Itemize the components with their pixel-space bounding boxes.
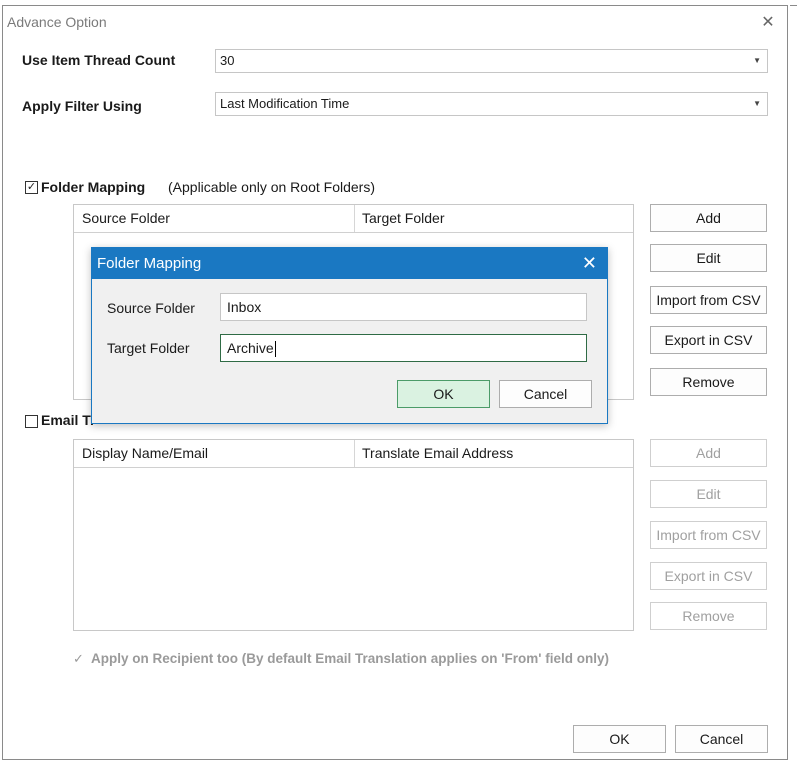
column-translate-email[interactable]: Translate Email Address: [354, 440, 634, 467]
email-edit-button[interactable]: Edit: [650, 480, 767, 508]
folder-add-button[interactable]: Add: [650, 204, 767, 232]
apply-filter-label: Apply Filter Using: [22, 98, 142, 114]
list-header: Source Folder Target Folder: [74, 205, 633, 233]
email-export-csv-button[interactable]: Export in CSV: [650, 562, 767, 590]
list-header: Display Name/Email Translate Email Addre…: [74, 440, 633, 468]
thread-count-label: Use Item Thread Count: [22, 52, 176, 68]
chevron-down-icon: ▼: [753, 56, 761, 65]
dialog-title-bar: Folder Mapping ✕: [92, 248, 607, 279]
folder-mapping-label: Folder Mapping: [41, 179, 146, 195]
folder-edit-button[interactable]: Edit: [650, 244, 767, 272]
target-folder-value: Archive: [227, 340, 274, 356]
dialog-ok-button[interactable]: OK: [397, 380, 490, 408]
folder-import-csv-button[interactable]: Import from CSV: [650, 286, 767, 314]
column-source-folder[interactable]: Source Folder: [74, 205, 354, 232]
folder-export-csv-button[interactable]: Export in CSV: [650, 326, 767, 354]
chevron-down-icon: ▼: [753, 99, 761, 108]
close-icon[interactable]: ✕: [582, 248, 597, 279]
email-add-button[interactable]: Add: [650, 439, 767, 467]
source-folder-label: Source Folder: [107, 300, 195, 316]
apply-filter-select[interactable]: Last Modification Time ▼: [215, 92, 768, 116]
apply-on-recipient-check-icon[interactable]: ✓: [73, 651, 84, 667]
close-icon[interactable]: ✕: [757, 12, 779, 34]
email-translation-checkbox[interactable]: [25, 415, 38, 428]
window-top-edge: [790, 5, 797, 6]
folder-remove-button[interactable]: Remove: [650, 368, 767, 396]
source-folder-value: Inbox: [227, 299, 262, 315]
thread-count-select[interactable]: 30 ▼: [215, 49, 768, 73]
email-remove-button[interactable]: Remove: [650, 602, 767, 630]
window-title: Advance Option: [7, 14, 107, 30]
thread-count-value: 30: [220, 53, 235, 68]
email-translation-list[interactable]: Display Name/Email Translate Email Addre…: [73, 439, 634, 631]
cancel-button[interactable]: Cancel: [675, 725, 768, 753]
folder-mapping-dialog: Folder Mapping ✕ Source Folder Inbox Tar…: [91, 247, 608, 424]
email-translation-label: Email Tr: [41, 412, 96, 428]
ok-button[interactable]: OK: [573, 725, 666, 753]
folder-mapping-checkbox[interactable]: ✓: [25, 181, 38, 194]
column-target-folder[interactable]: Target Folder: [354, 205, 634, 232]
email-import-csv-button[interactable]: Import from CSV: [650, 521, 767, 549]
apply-on-recipient-label: Apply on Recipient too (By default Email…: [91, 651, 609, 666]
column-display-name[interactable]: Display Name/Email: [74, 440, 354, 467]
dialog-title: Folder Mapping: [97, 255, 202, 272]
text-caret: [274, 341, 276, 358]
apply-filter-value: Last Modification Time: [220, 96, 350, 111]
folder-mapping-note: (Applicable only on Root Folders): [168, 179, 375, 195]
target-folder-input[interactable]: Archive: [220, 334, 587, 362]
dialog-cancel-button[interactable]: Cancel: [499, 380, 592, 408]
target-folder-label: Target Folder: [107, 340, 190, 356]
source-folder-input[interactable]: Inbox: [220, 293, 587, 321]
